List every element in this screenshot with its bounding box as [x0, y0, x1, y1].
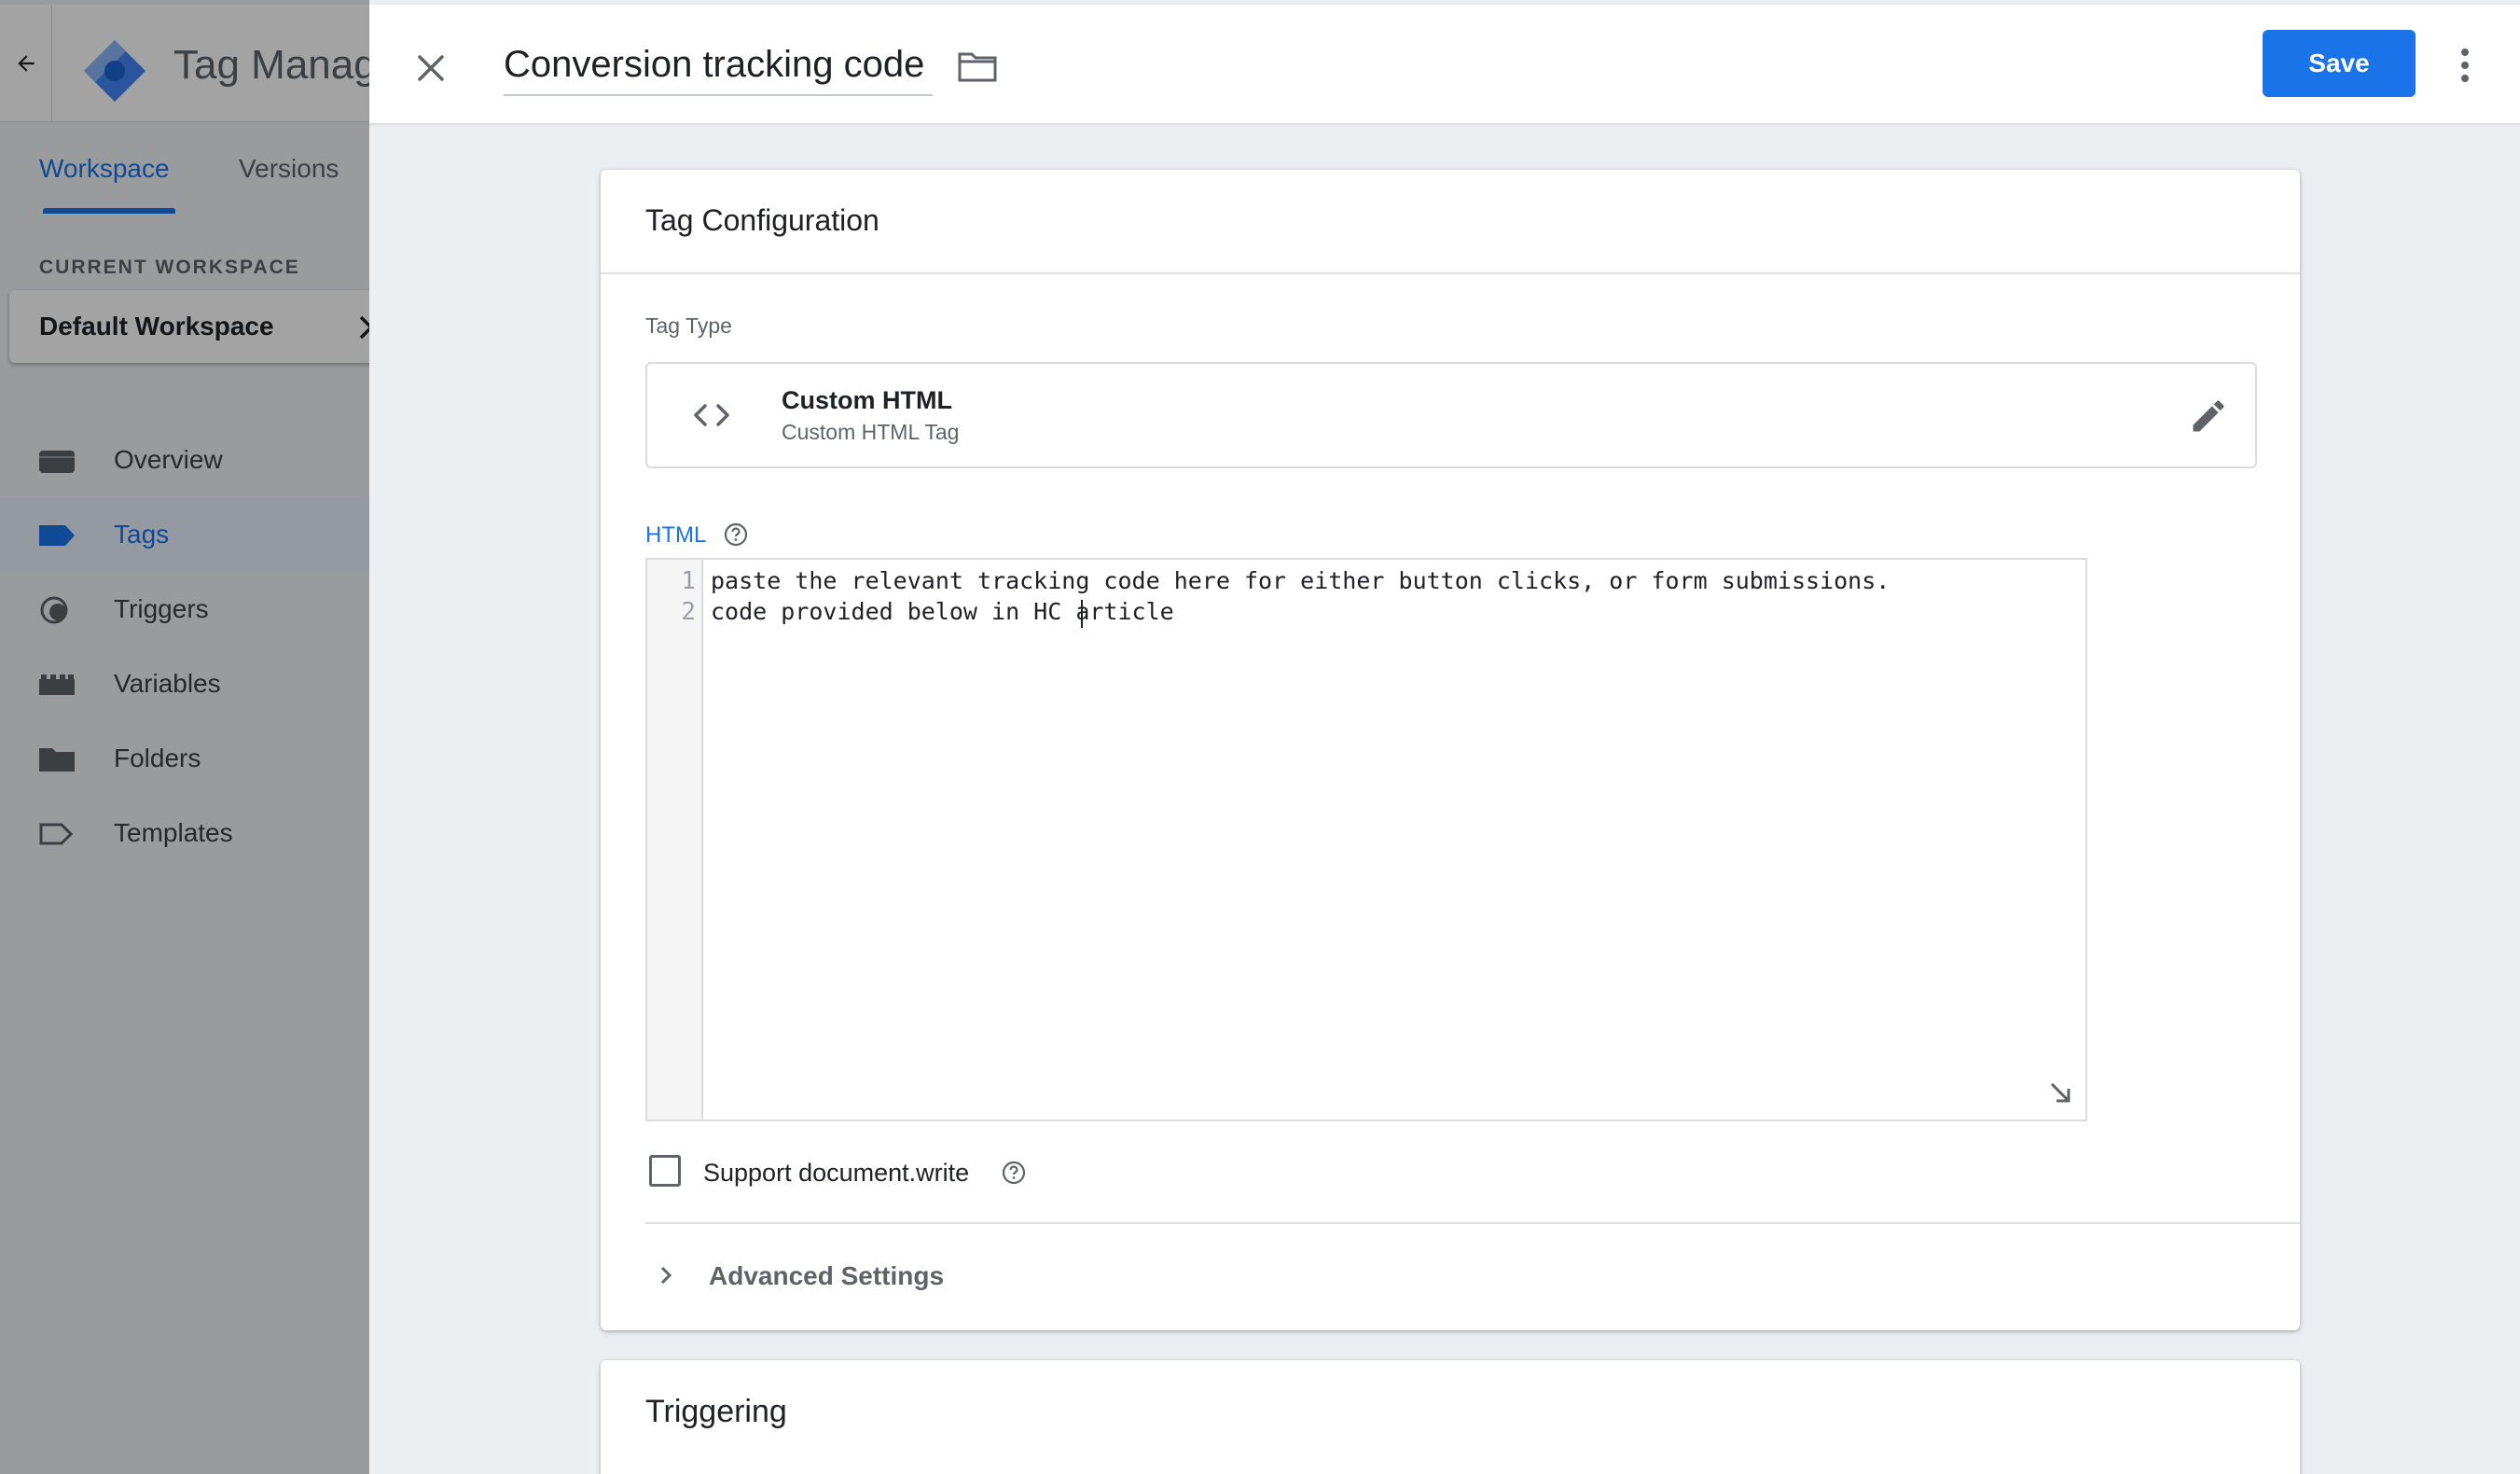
edit-pencil-icon[interactable]	[2188, 396, 2229, 437]
tag-name-underline	[504, 94, 933, 96]
line-number-gutter: 1 2	[647, 560, 703, 1119]
card-title: Tag Configuration	[645, 203, 879, 237]
chevron-right-icon	[359, 315, 369, 340]
help-icon[interactable]	[1000, 1159, 1028, 1187]
tag-type-label: Tag Type	[645, 313, 732, 338]
app-title: Tag Manag	[173, 42, 369, 88]
tag-type-description: Custom HTML Tag	[782, 420, 960, 444]
arrow-back-icon	[17, 55, 35, 72]
divider	[645, 1222, 2300, 1224]
support-document-write-checkbox[interactable]	[649, 1155, 681, 1187]
sidebar-item-triggers[interactable]: Triggers	[0, 573, 369, 646]
workspace-selector[interactable]: Default Workspace	[9, 290, 369, 363]
tag-type-name: Custom HTML	[782, 386, 952, 414]
sidebar-item-label: Triggers	[114, 594, 209, 623]
chevron-right-icon[interactable]	[655, 1261, 677, 1289]
card-title: Triggering	[645, 1394, 787, 1429]
variables-icon	[39, 674, 75, 695]
sidebar-header: Tag Manag	[0, 5, 369, 122]
sidebar-item-label: Variables	[114, 669, 221, 698]
text-cursor	[1081, 600, 1083, 628]
html-code-editor[interactable]: 1 2 paste the relevant tracking code her…	[645, 558, 2087, 1121]
trigger-icon	[40, 596, 68, 624]
code-line: code provided below in HC article	[711, 598, 1174, 625]
help-icon[interactable]	[722, 521, 750, 549]
line-number: 2	[681, 598, 696, 626]
close-icon[interactable]	[412, 49, 450, 87]
tag-editor-sheet: Conversion tracking code Save Tag Config…	[369, 0, 2520, 1474]
resize-arrow-icon[interactable]	[2046, 1078, 2074, 1106]
save-button[interactable]: Save	[2263, 30, 2416, 97]
triggering-card: Triggering	[601, 1360, 2300, 1474]
support-document-write-label: Support document.write	[703, 1159, 970, 1187]
template-icon	[39, 823, 74, 845]
current-workspace-label: CURRENT WORKSPACE	[39, 257, 300, 278]
advanced-settings-toggle[interactable]: Advanced Settings	[709, 1261, 944, 1291]
sidebar-item-folders[interactable]: Folders	[0, 722, 369, 795]
sidebar-item-label: Tags	[114, 520, 170, 549]
code-icon	[694, 404, 729, 426]
sidebar: Tag Manag Workspace Versions CURRENT WOR…	[0, 0, 369, 1474]
sidebar-tabs: Workspace Versions	[0, 122, 369, 216]
folder-icon[interactable]	[957, 51, 998, 83]
sidebar-item-label: Overview	[114, 445, 223, 474]
line-number: 1	[681, 567, 696, 595]
active-tab-indicator	[43, 208, 175, 214]
tab-versions[interactable]: Versions	[239, 154, 339, 184]
sidebar-item-label: Templates	[114, 818, 233, 847]
sidebar-item-templates[interactable]: Templates	[0, 797, 369, 869]
tag-type-selector[interactable]: Custom HTML Custom HTML Tag	[645, 362, 2257, 468]
tab-workspace[interactable]: Workspace	[39, 154, 170, 184]
back-button[interactable]	[0, 5, 52, 122]
tag-manager-logo-icon	[84, 40, 145, 102]
folder-icon	[39, 748, 75, 772]
briefcase-icon	[39, 451, 75, 473]
code-line: paste the relevant tracking code here fo…	[711, 567, 1890, 594]
html-label: HTML	[645, 522, 707, 548]
sidebar-item-tags[interactable]: Tags	[0, 498, 369, 571]
sidebar-item-label: Folders	[114, 744, 201, 772]
divider	[601, 272, 2300, 274]
tag-name-field[interactable]: Conversion tracking code	[504, 44, 924, 86]
more-vert-icon[interactable]	[2451, 46, 2479, 85]
tag-configuration-card: Tag Configuration Tag Type Custom HTML C…	[601, 170, 2300, 1330]
sidebar-item-variables[interactable]: Variables	[0, 647, 369, 720]
tag-icon	[39, 525, 75, 546]
sidebar-item-overview[interactable]: Overview	[0, 424, 369, 496]
workspace-name: Default Workspace	[39, 312, 274, 341]
editor-toolbar: Conversion tracking code Save	[369, 5, 2520, 124]
